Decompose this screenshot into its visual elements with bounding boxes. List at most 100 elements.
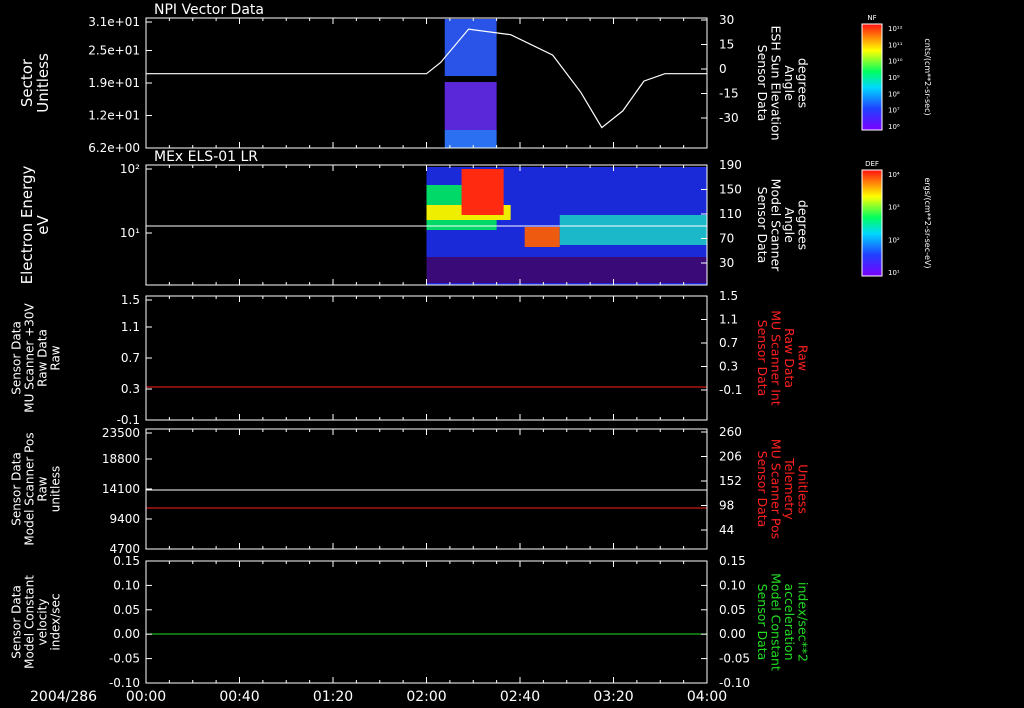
y-tick-label: 2.5e+01: [88, 44, 140, 58]
left-axis-label: index/sec: [49, 593, 63, 650]
right-axis-label: Model Scanner: [768, 179, 783, 273]
colorbar-title: NF: [867, 14, 876, 22]
left-axis-label: Sensor Data: [10, 452, 24, 526]
right-axis-label: Raw Data: [782, 328, 797, 388]
y-tick-label: -0.10: [109, 676, 140, 690]
right-axis-label: Sensor Data: [755, 451, 770, 528]
panel-frame: [145, 17, 708, 149]
right-axis-label: Telemetry: [782, 457, 797, 520]
y-tick-label: 6.2e+00: [88, 141, 140, 155]
plot-canvas: NPI Vector Data 3.1e+01 2.5e+01 1.9e+01 1.2e…: [10, 2, 933, 705]
left-axis-label: Sensor Data: [10, 585, 24, 659]
time-tick-label: 00:00: [126, 689, 166, 705]
y-tick-label-right: 0: [719, 62, 727, 76]
y-tick-label-right: -15: [719, 87, 739, 101]
y-tick-label: 18800: [102, 452, 140, 466]
left-axis-label: velocity: [36, 599, 50, 646]
colorbar-tick-label: 10⁹: [888, 74, 900, 82]
right-axis-label: degrees: [795, 200, 810, 250]
left-axis-label: eV: [34, 215, 52, 235]
colorbar-tick-label: 10³: [888, 204, 900, 212]
y-tick-label-right: 30: [719, 13, 734, 27]
left-axis-label: Model Scanner Pos: [23, 432, 37, 545]
right-axis-label: MU Scanner Int: [768, 310, 783, 406]
right-axis-label: Model Constant: [768, 573, 783, 671]
panel-4: 235001880014100940047002602061529844Sens…: [10, 425, 811, 556]
left-axis-label: MU Scanner +30V: [23, 303, 37, 413]
y-tick-label: 3.1e+01: [88, 15, 140, 29]
colorbar-nf: NF 10¹² 10¹¹ 10¹⁰ 10⁹ 10⁸ 10⁷ 10⁶ cnts/(cm**2-sr…: [861, 14, 932, 131]
right-axis-label: MU Scanner Pos: [768, 439, 783, 539]
right-axis-label: degrees: [795, 58, 810, 108]
y-tick-label-right: 15: [719, 38, 734, 52]
y-tick-label: 0.00: [113, 627, 140, 641]
y-tick-label-right: -0.1: [719, 383, 742, 397]
panel-1: NPI Vector Data 3.1e+01 2.5e+01 1.9e+01 1.2e…: [18, 2, 810, 155]
y-tick-label: -0.1: [117, 413, 140, 427]
y-tick-label-right: 0.10: [719, 578, 746, 592]
panel-3: 1.5 1.1 0.7 0.3 -0.1 1.5 1.1 0.7 0.3 -0.1 Sensor D…: [10, 289, 811, 427]
y-tick-label: 0.10: [113, 578, 140, 592]
right-axis-label: Sensor Data: [755, 320, 770, 397]
colorbar-tick-label: 10¹²: [888, 25, 903, 33]
y-tick-label-right: 206: [719, 450, 742, 464]
y-tick-label-right: 0.15: [719, 554, 746, 568]
sun-elevation-line: [146, 28, 707, 129]
time-tick-label: 02:40: [500, 689, 540, 705]
time-tick-label: 04:00: [687, 689, 727, 705]
right-axis-label: Sensor Data: [755, 45, 770, 122]
y-tick-label-right: 190: [719, 158, 742, 172]
y-tick-label-right: 0.05: [719, 603, 746, 617]
spectrogram-hot-region: [461, 169, 504, 215]
colorbar-tick-label: 10²: [888, 236, 900, 244]
colorbar-tick-label: 10⁶: [888, 123, 900, 131]
time-tick-label: 02:00: [406, 689, 446, 705]
colorbar-tick-label: 10¹¹: [888, 41, 903, 49]
colorbar-title: DEF: [865, 160, 879, 168]
y-tick-label: 10²: [120, 162, 140, 176]
colorbar-def: DEF 10⁴ 10³ 10² 10¹ ergs/(cm**2-sr-sec-eV): [861, 160, 932, 277]
y-tick-label: 0.3: [121, 382, 140, 396]
colorbar-tick-label: 10⁴: [888, 171, 900, 179]
y-tick-label: 1.5: [121, 293, 140, 307]
right-axis-label: Angle: [782, 65, 797, 101]
right-axis-label: Angle: [782, 207, 797, 243]
right-axis-label: index/sec**2: [795, 582, 810, 662]
time-tick-label: 03:20: [593, 689, 633, 705]
right-axis-label: ESH Sun Elevation: [768, 25, 783, 140]
y-tick-label: 0.15: [113, 554, 140, 568]
spectrogram-band-middle: [444, 82, 497, 130]
colorbar-tick-label: 10¹: [888, 269, 900, 277]
panel-title: NPI Vector Data: [154, 2, 264, 18]
colorbar-tick-label: 10⁸: [888, 90, 900, 98]
left-axis-label: Model Constant: [23, 575, 37, 669]
left-axis-label: Raw: [49, 345, 63, 370]
right-axis-label: Sensor Data: [755, 584, 770, 661]
right-axis-label: Unitless: [795, 464, 810, 514]
left-axis-label: Raw Data: [36, 329, 50, 387]
y-tick-label-right: 1.1: [719, 313, 738, 327]
y-tick-label-right: 260: [719, 425, 742, 439]
y-tick-label-right: -30: [719, 111, 739, 125]
panel-frame: [145, 295, 708, 421]
y-tick-label-right: 30: [719, 256, 734, 270]
time-tick-label: 00:40: [219, 689, 259, 705]
colorbar-unit-label: cnts/(cm**2-sr-sec): [923, 38, 932, 115]
right-axis-label: Sensor Data: [755, 187, 770, 264]
y-tick-label-right: 44: [719, 523, 734, 537]
colorbar-gradient: [861, 169, 883, 277]
left-axis-label: unitless: [49, 466, 63, 512]
y-tick-label: 1.1: [121, 320, 140, 334]
colorbar-gradient: [861, 23, 883, 131]
y-tick-label: -0.05: [109, 652, 140, 666]
y-tick-label-right: 0.3: [719, 360, 738, 374]
date-label: 2004/286: [30, 689, 97, 705]
left-axis-label: Sensor Data: [10, 321, 24, 395]
y-tick-label: 0.05: [113, 603, 140, 617]
y-tick-label: 1.2e+01: [88, 109, 140, 123]
panel-5: 0.15 0.10 0.05 0.00 -0.05 -0.10 0.15 0.10 0.05 0.…: [10, 554, 811, 690]
y-tick-label-right: 1.5: [719, 289, 738, 303]
panel-title: MEx ELS-01 LR: [154, 149, 258, 165]
time-tick-label: 01:20: [313, 689, 353, 705]
y-tick-label-right: 98: [719, 499, 734, 513]
